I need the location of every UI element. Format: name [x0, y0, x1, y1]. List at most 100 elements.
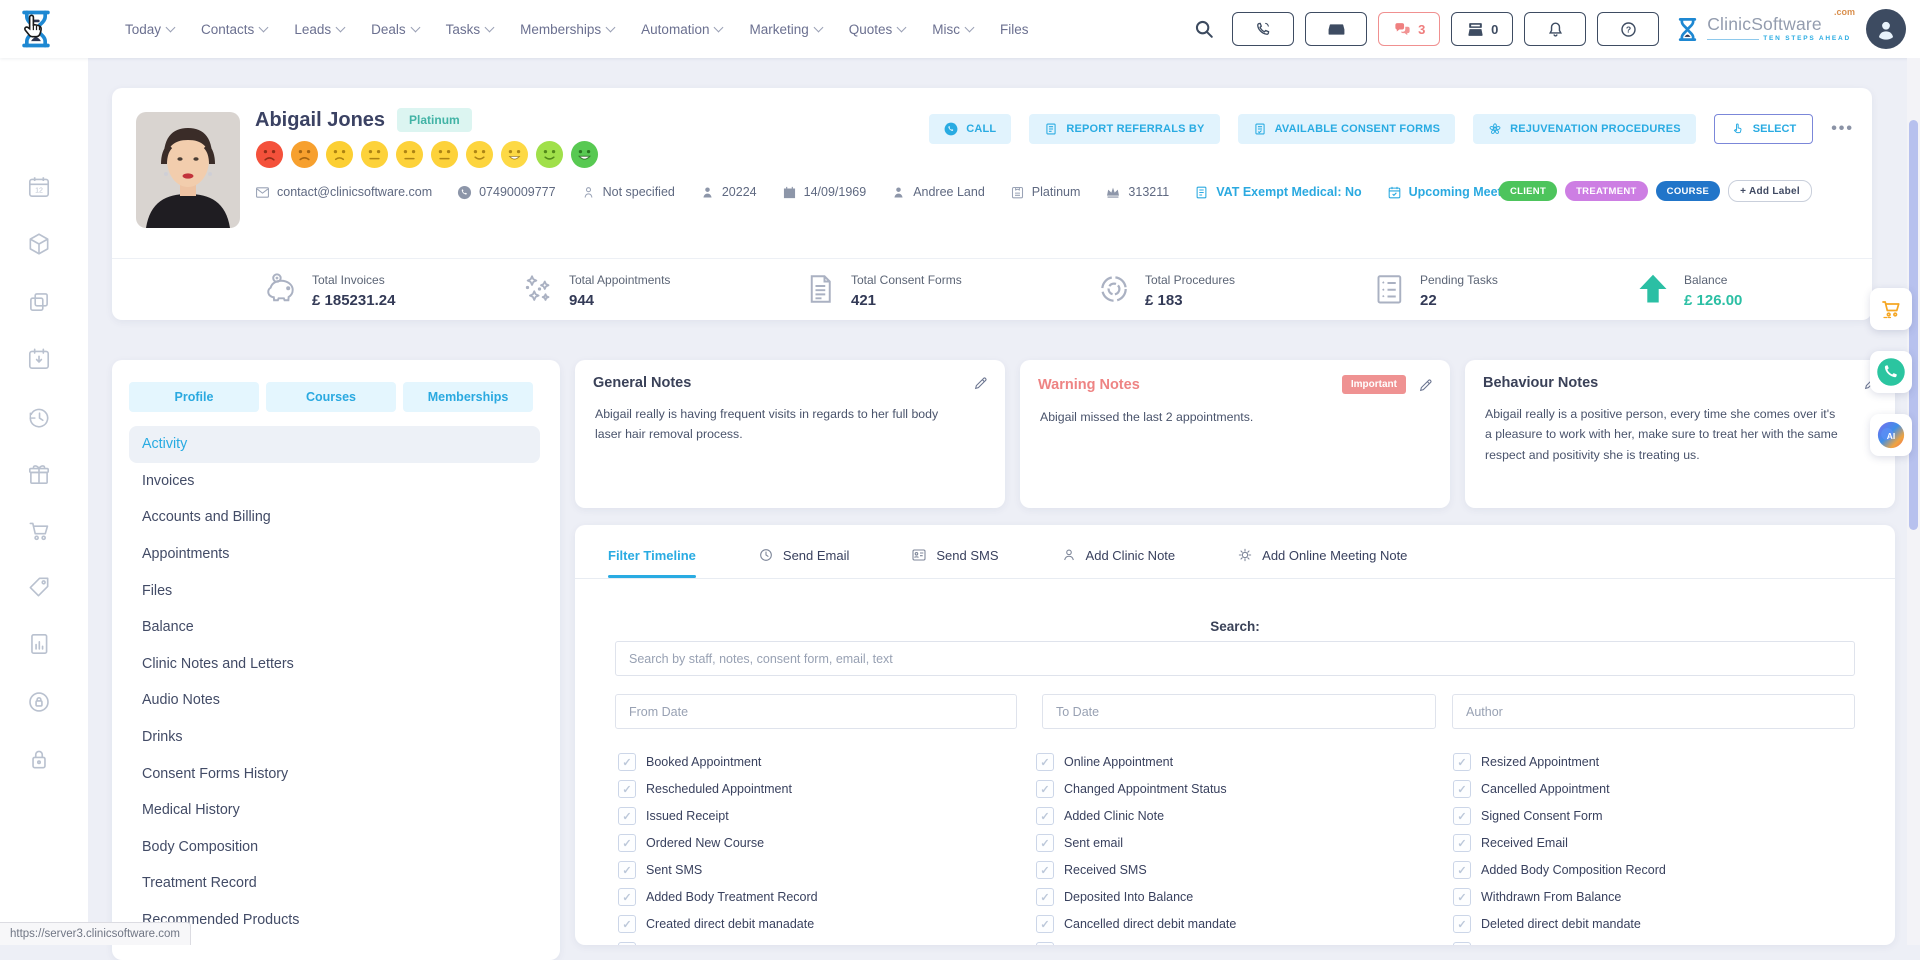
- nav-quotes[interactable]: Quotes: [849, 22, 907, 37]
- filter-added-body-treatment-record[interactable]: Added Body Treatment Record: [618, 888, 818, 906]
- nav-memberships[interactable]: Memberships: [520, 22, 616, 37]
- filter-added-body-composition-record[interactable]: Added Body Composition Record: [1453, 861, 1666, 879]
- filter-changed-appointment-status[interactable]: Changed Appointment Status: [1036, 780, 1227, 798]
- history-icon[interactable]: [26, 404, 52, 430]
- notifications-button[interactable]: [1524, 12, 1587, 46]
- add-label-button[interactable]: + Add Label: [1728, 180, 1812, 202]
- menu-item-balance[interactable]: Balance: [129, 609, 540, 646]
- gift-icon[interactable]: [26, 461, 52, 487]
- filter-received-email[interactable]: Received Email: [1453, 834, 1568, 852]
- menu-item-medical-history[interactable]: Medical History: [129, 792, 540, 829]
- user-avatar[interactable]: [1866, 9, 1906, 49]
- tab-send-sms[interactable]: Send SMS: [911, 547, 999, 563]
- author-input[interactable]: [1452, 694, 1855, 729]
- menu-item-drinks[interactable]: Drinks: [129, 719, 540, 756]
- tab-courses[interactable]: Courses: [266, 382, 396, 412]
- menu-item-clinic-notes-and-letters[interactable]: Clinic Notes and Letters: [129, 646, 540, 683]
- edit-pencil-icon[interactable]: [1418, 377, 1434, 393]
- tab-add-online-meeting-note[interactable]: Add Online Meeting Note: [1237, 547, 1407, 563]
- tab-add-clinic-note[interactable]: Add Clinic Note: [1061, 547, 1175, 563]
- rating-face-1-icon[interactable]: [255, 140, 284, 169]
- filter-withdrawn-from-balance[interactable]: Withdrawn From Balance: [1453, 888, 1621, 906]
- cart-icon[interactable]: [26, 518, 52, 544]
- client-photo[interactable]: [136, 112, 240, 228]
- menu-item-audio-notes[interactable]: Audio Notes: [129, 682, 540, 719]
- nav-misc[interactable]: Misc: [932, 22, 975, 37]
- filter-sent-sms[interactable]: Sent SMS: [618, 861, 702, 879]
- nav-automation[interactable]: Automation: [641, 22, 724, 37]
- filter-cancelled-appointment[interactable]: Cancelled Appointment: [1453, 780, 1610, 798]
- menu-item-files[interactable]: Files: [129, 572, 540, 609]
- filter-deposited-into-balance[interactable]: Deposited Into Balance: [1036, 888, 1193, 906]
- tab-memberships[interactable]: Memberships: [403, 382, 533, 412]
- phone-call-button[interactable]: [1232, 12, 1295, 46]
- chat-messages-button[interactable]: 3: [1378, 12, 1441, 46]
- rating-face-5-icon[interactable]: [395, 140, 424, 169]
- nav-tasks[interactable]: Tasks: [446, 22, 495, 37]
- calendar-import-icon[interactable]: [26, 346, 52, 372]
- menu-item-appointments[interactable]: Appointments: [129, 536, 540, 573]
- filter-deleted-direct-debit-mandate[interactable]: Deleted direct debit mandate: [1453, 915, 1641, 933]
- copy-icon[interactable]: [26, 289, 52, 315]
- rating-face-8-icon[interactable]: [500, 140, 529, 169]
- rating-face-4-icon[interactable]: [360, 140, 389, 169]
- floating-phone-button[interactable]: [1870, 351, 1912, 393]
- rejuvenation-button[interactable]: REJUVENATION PROCEDURES: [1473, 114, 1696, 144]
- filter-cancelled-direct-debit-mandate[interactable]: Cancelled direct debit mandate: [1036, 915, 1236, 933]
- lock-icon[interactable]: [26, 746, 52, 772]
- nav-deals[interactable]: Deals: [371, 22, 421, 37]
- floating-ai-button[interactable]: AI: [1870, 414, 1912, 456]
- label-treatment[interactable]: TREATMENT: [1565, 181, 1648, 201]
- tab-send-email[interactable]: Send Email: [758, 547, 849, 563]
- search-icon[interactable]: [1193, 18, 1215, 40]
- search-input[interactable]: [615, 641, 1855, 676]
- menu-item-invoices[interactable]: Invoices: [129, 463, 540, 500]
- calendar-icon[interactable]: 12: [26, 174, 52, 200]
- inbox-button[interactable]: [1305, 12, 1368, 46]
- filter-resized-appointment[interactable]: Resized Appointment: [1453, 753, 1599, 771]
- filter-booked-appointment[interactable]: Booked Appointment: [618, 753, 761, 771]
- nav-leads[interactable]: Leads: [294, 22, 346, 37]
- rating-face-10-icon[interactable]: [570, 140, 599, 169]
- tab-profile[interactable]: Profile: [129, 382, 259, 412]
- nav-contacts[interactable]: Contacts: [201, 22, 269, 37]
- filter-sent-email[interactable]: Sent email: [1036, 834, 1123, 852]
- menu-item-consent-forms-history[interactable]: Consent Forms History: [129, 755, 540, 792]
- label-client[interactable]: CLIENT: [1498, 181, 1558, 201]
- package-icon[interactable]: [26, 231, 52, 257]
- more-actions-button[interactable]: •••: [1831, 120, 1854, 138]
- app-logo-hourglass-icon[interactable]: [14, 7, 58, 51]
- rating-face-9-icon[interactable]: [535, 140, 564, 169]
- report-icon[interactable]: [26, 631, 52, 657]
- consent-forms-button[interactable]: AVAILABLE CONSENT FORMS: [1237, 114, 1456, 144]
- report-referrals-button[interactable]: REPORT REFERRALS BY: [1029, 114, 1220, 144]
- filter-online-appointment[interactable]: Online Appointment: [1036, 753, 1173, 771]
- floating-cart-button[interactable]: [1870, 288, 1912, 330]
- filter-ordered-new-course[interactable]: Ordered New Course: [618, 834, 764, 852]
- filter-received-sms[interactable]: Received SMS: [1036, 861, 1147, 879]
- price-tag-icon[interactable]: [26, 574, 52, 600]
- label-course[interactable]: COURSE: [1655, 181, 1721, 201]
- rating-face-2-icon[interactable]: [290, 140, 319, 169]
- filter-signed-consent-form[interactable]: Signed Consent Form: [1453, 807, 1603, 825]
- filter-rescheduled-appointment[interactable]: Rescheduled Appointment: [618, 780, 792, 798]
- call-button[interactable]: CALL: [929, 114, 1012, 144]
- filter-created-direct-debit-mandate[interactable]: Created direct debit manadate: [618, 915, 814, 933]
- nav-today[interactable]: Today: [125, 22, 176, 37]
- rating-face-7-icon[interactable]: [465, 140, 494, 169]
- menu-item-accounts-and-billing[interactable]: Accounts and Billing: [129, 499, 540, 536]
- to-date-input[interactable]: [1042, 694, 1436, 729]
- user-shield-icon[interactable]: [26, 689, 52, 715]
- card-terminal-button[interactable]: 0: [1451, 12, 1514, 46]
- rating-face-3-icon[interactable]: [325, 140, 354, 169]
- tab-filter-timeline[interactable]: Filter Timeline: [608, 548, 696, 563]
- vat-exempt-field[interactable]: VAT Exempt Medical: No: [1194, 185, 1362, 200]
- filter-issued-receipt[interactable]: Issued Receipt: [618, 807, 729, 825]
- menu-item-treatment-record[interactable]: Treatment Record: [129, 865, 540, 902]
- menu-item-body-composition[interactable]: Body Composition: [129, 829, 540, 866]
- edit-pencil-icon[interactable]: [973, 375, 989, 391]
- nav-marketing[interactable]: Marketing: [749, 22, 824, 37]
- filter-added-clinic-note[interactable]: Added Clinic Note: [1036, 807, 1164, 825]
- from-date-input[interactable]: [615, 694, 1017, 729]
- scrollbar-track[interactable]: [1907, 58, 1920, 945]
